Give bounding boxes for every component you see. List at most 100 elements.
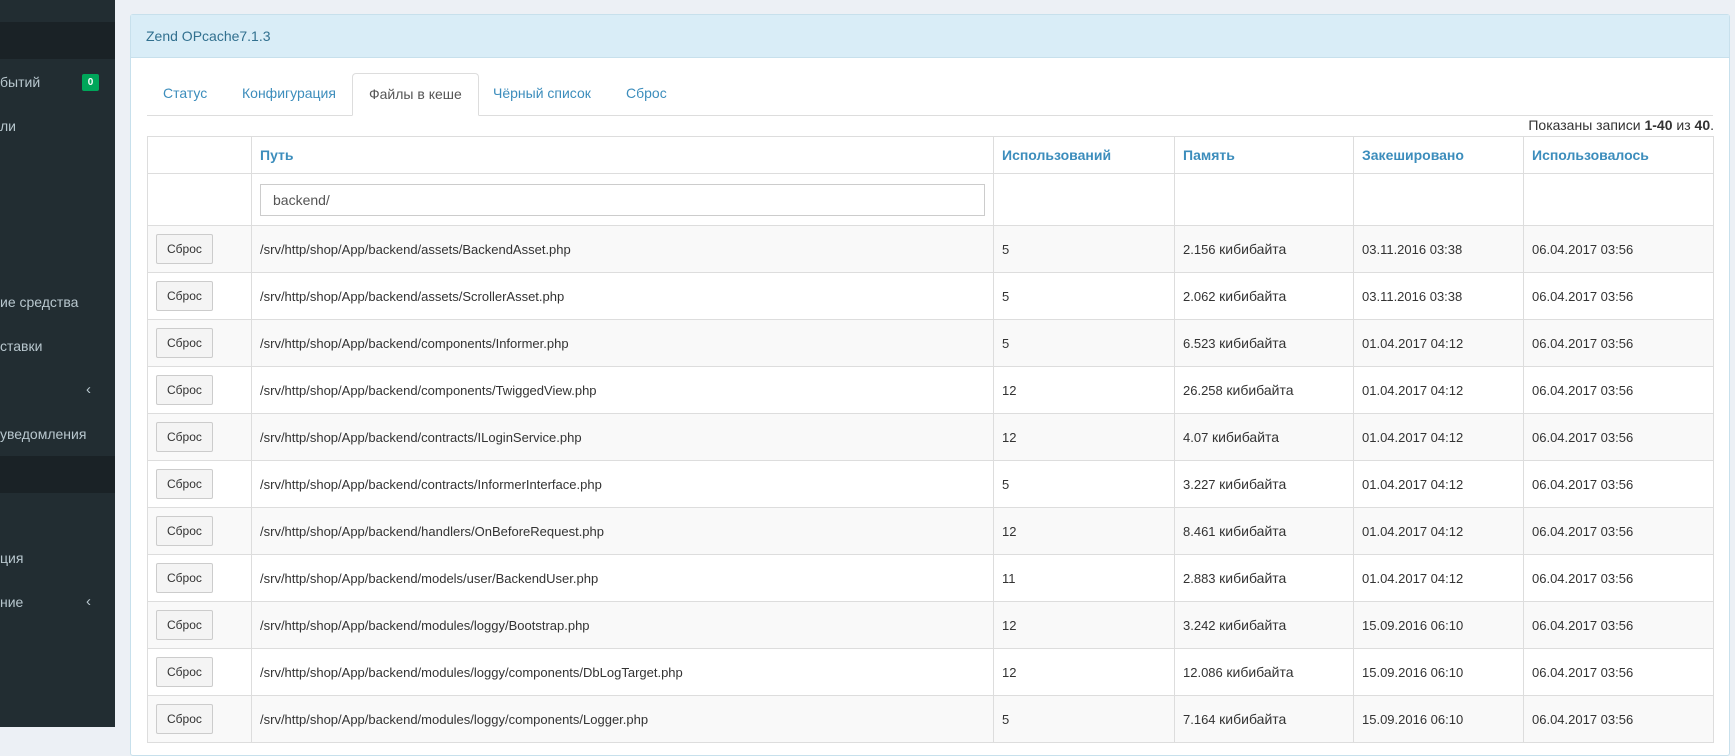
sidebar-item-2[interactable]: ли: [0, 106, 115, 146]
file-path: /srv/http/shop/App/backend/handlers/OnBe…: [251, 507, 994, 555]
cached-at: 01.04.2017 04:12: [1353, 460, 1524, 508]
last-used-at: 06.04.2017 03:56: [1523, 413, 1714, 461]
uses-count: 5: [993, 319, 1175, 367]
file-path: /srv/http/shop/App/backend/contracts/ILo…: [251, 413, 994, 461]
reset-file-button[interactable]: Сброс: [156, 469, 213, 499]
file-path: /srv/http/shop/App/backend/contracts/Inf…: [251, 460, 994, 508]
sidebar-section-bar: [0, 456, 115, 493]
uses-count: 5: [993, 272, 1175, 320]
summary-total: 40: [1694, 117, 1711, 133]
table-row: Сброс /srv/http/shop/App/backend/contrac…: [147, 413, 1714, 461]
sidebar-item-7[interactable]: ция: [0, 538, 115, 578]
column-header-last-used[interactable]: Использовалось: [1523, 136, 1714, 174]
row-action-cell: Сброс: [147, 507, 252, 555]
events-count-badge: 0: [82, 74, 99, 91]
cached-at: 15.09.2016 06:10: [1353, 695, 1524, 743]
tab-configuration[interactable]: Конфигурация: [226, 73, 352, 114]
memory-size: 12.086 кибибайта: [1174, 648, 1354, 696]
summary-suffix: .: [1710, 117, 1714, 133]
table-filter-row: [147, 173, 1714, 226]
reset-file-button[interactable]: Сброс: [156, 328, 213, 358]
uses-count: 12: [993, 366, 1175, 414]
memory-unit: кибибайта: [1219, 711, 1287, 727]
filter-cell-empty: [1174, 173, 1354, 226]
memory-unit: кибибайта: [1226, 382, 1294, 398]
memory-size: 4.07 кибибайта: [1174, 413, 1354, 461]
file-path: /srv/http/shop/App/backend/modules/loggy…: [251, 601, 994, 649]
reset-file-button[interactable]: Сброс: [156, 422, 213, 452]
reset-file-button[interactable]: Сброс: [156, 375, 213, 405]
reset-file-button[interactable]: Сброс: [156, 516, 213, 546]
memory-size: 2.883 кибибайта: [1174, 554, 1354, 602]
reset-file-button[interactable]: Сброс: [156, 234, 213, 264]
sidebar-item-notifications[interactable]: уведомления: [0, 414, 115, 454]
uses-count: 11: [993, 554, 1175, 602]
sidebar-header-bar: [0, 22, 115, 59]
tab-blacklist[interactable]: Чёрный список: [477, 73, 607, 114]
memory-size: 6.523 кибибайта: [1174, 319, 1354, 367]
file-path: /srv/http/shop/App/backend/components/In…: [251, 319, 994, 367]
table-body: Сброс /srv/http/shop/App/backend/assets/…: [147, 225, 1714, 743]
memory-size: 8.461 кибибайта: [1174, 507, 1354, 555]
sidebar-item-4[interactable]: ставки: [0, 326, 115, 366]
reset-file-button[interactable]: Сброс: [156, 610, 213, 640]
reset-file-button[interactable]: Сброс: [156, 563, 213, 593]
sidebar-item-5[interactable]: ‹: [0, 370, 115, 410]
memory-value: 12.086: [1183, 665, 1223, 680]
cached-files-table: Путь Использований Память Закешировано И…: [147, 136, 1714, 743]
cached-at: 01.04.2017 04:12: [1353, 507, 1524, 555]
memory-value: 2.883: [1183, 571, 1216, 586]
column-header-uses[interactable]: Использований: [993, 136, 1175, 174]
last-used-at: 06.04.2017 03:56: [1523, 695, 1714, 743]
path-filter-input[interactable]: [260, 183, 985, 216]
tab-reset[interactable]: Сброс: [610, 73, 683, 114]
column-header-path[interactable]: Путь: [251, 136, 994, 174]
memory-size: 26.258 кибибайта: [1174, 366, 1354, 414]
uses-count: 12: [993, 601, 1175, 649]
table-row: Сброс /srv/http/shop/App/backend/assets/…: [147, 272, 1714, 320]
memory-value: 6.523: [1183, 336, 1216, 351]
cached-at: 03.11.2016 03:38: [1353, 272, 1524, 320]
row-action-cell: Сброс: [147, 695, 252, 743]
file-path: /srv/http/shop/App/backend/assets/Backen…: [251, 225, 994, 273]
panel-title: Zend OPcache7.1.3: [131, 15, 1729, 58]
column-header-memory[interactable]: Память: [1174, 136, 1354, 174]
memory-size: 3.242 кибибайта: [1174, 601, 1354, 649]
memory-unit: кибибайта: [1219, 241, 1287, 257]
tab-cached-files[interactable]: Файлы в кеше: [352, 73, 479, 116]
reset-file-button[interactable]: Сброс: [156, 704, 213, 734]
cached-at: 15.09.2016 06:10: [1353, 648, 1524, 696]
memory-value: 4.07: [1183, 430, 1209, 445]
row-action-cell: Сброс: [147, 460, 252, 508]
uses-count: 12: [993, 507, 1175, 555]
uses-count: 5: [993, 225, 1175, 273]
memory-value: 2.156: [1183, 242, 1216, 257]
reset-file-button[interactable]: Сброс: [156, 281, 213, 311]
row-action-cell: Сброс: [147, 272, 252, 320]
tab-status[interactable]: Статус: [147, 73, 223, 114]
last-used-at: 06.04.2017 03:56: [1523, 601, 1714, 649]
tab-bar: Статус Конфигурация Файлы в кеше Чёрный …: [147, 73, 1713, 116]
table-header-row: Путь Использований Память Закешировано И…: [147, 136, 1714, 174]
last-used-at: 06.04.2017 03:56: [1523, 272, 1714, 320]
row-action-cell: Сброс: [147, 225, 252, 273]
reset-file-button[interactable]: Сброс: [156, 657, 213, 687]
last-used-at: 06.04.2017 03:56: [1523, 366, 1714, 414]
sidebar-item-3[interactable]: ие средства: [0, 282, 115, 322]
memory-size: 3.227 кибибайта: [1174, 460, 1354, 508]
column-header-cached[interactable]: Закешировано: [1353, 136, 1524, 174]
uses-count: 5: [993, 695, 1175, 743]
chevron-left-icon: ‹: [86, 593, 91, 610]
sidebar-item-events[interactable]: бытий 0: [0, 62, 115, 102]
sidebar: бытий 0 ли ие средства ставки ‹ уведомле…: [0, 0, 115, 727]
filter-cell-empty: [993, 173, 1175, 226]
table-row: Сброс /srv/http/shop/App/backend/modules…: [147, 648, 1714, 696]
cached-at: 01.04.2017 04:12: [1353, 413, 1524, 461]
filter-cell-path: [251, 173, 994, 226]
memory-size: 7.164 кибибайта: [1174, 695, 1354, 743]
chevron-left-icon: ‹: [86, 381, 91, 398]
sidebar-item-label: ли: [0, 118, 16, 134]
sidebar-item-label: ие средства: [0, 294, 79, 310]
summary-mid: из: [1672, 117, 1695, 133]
sidebar-item-8[interactable]: ние ‹: [0, 582, 115, 622]
